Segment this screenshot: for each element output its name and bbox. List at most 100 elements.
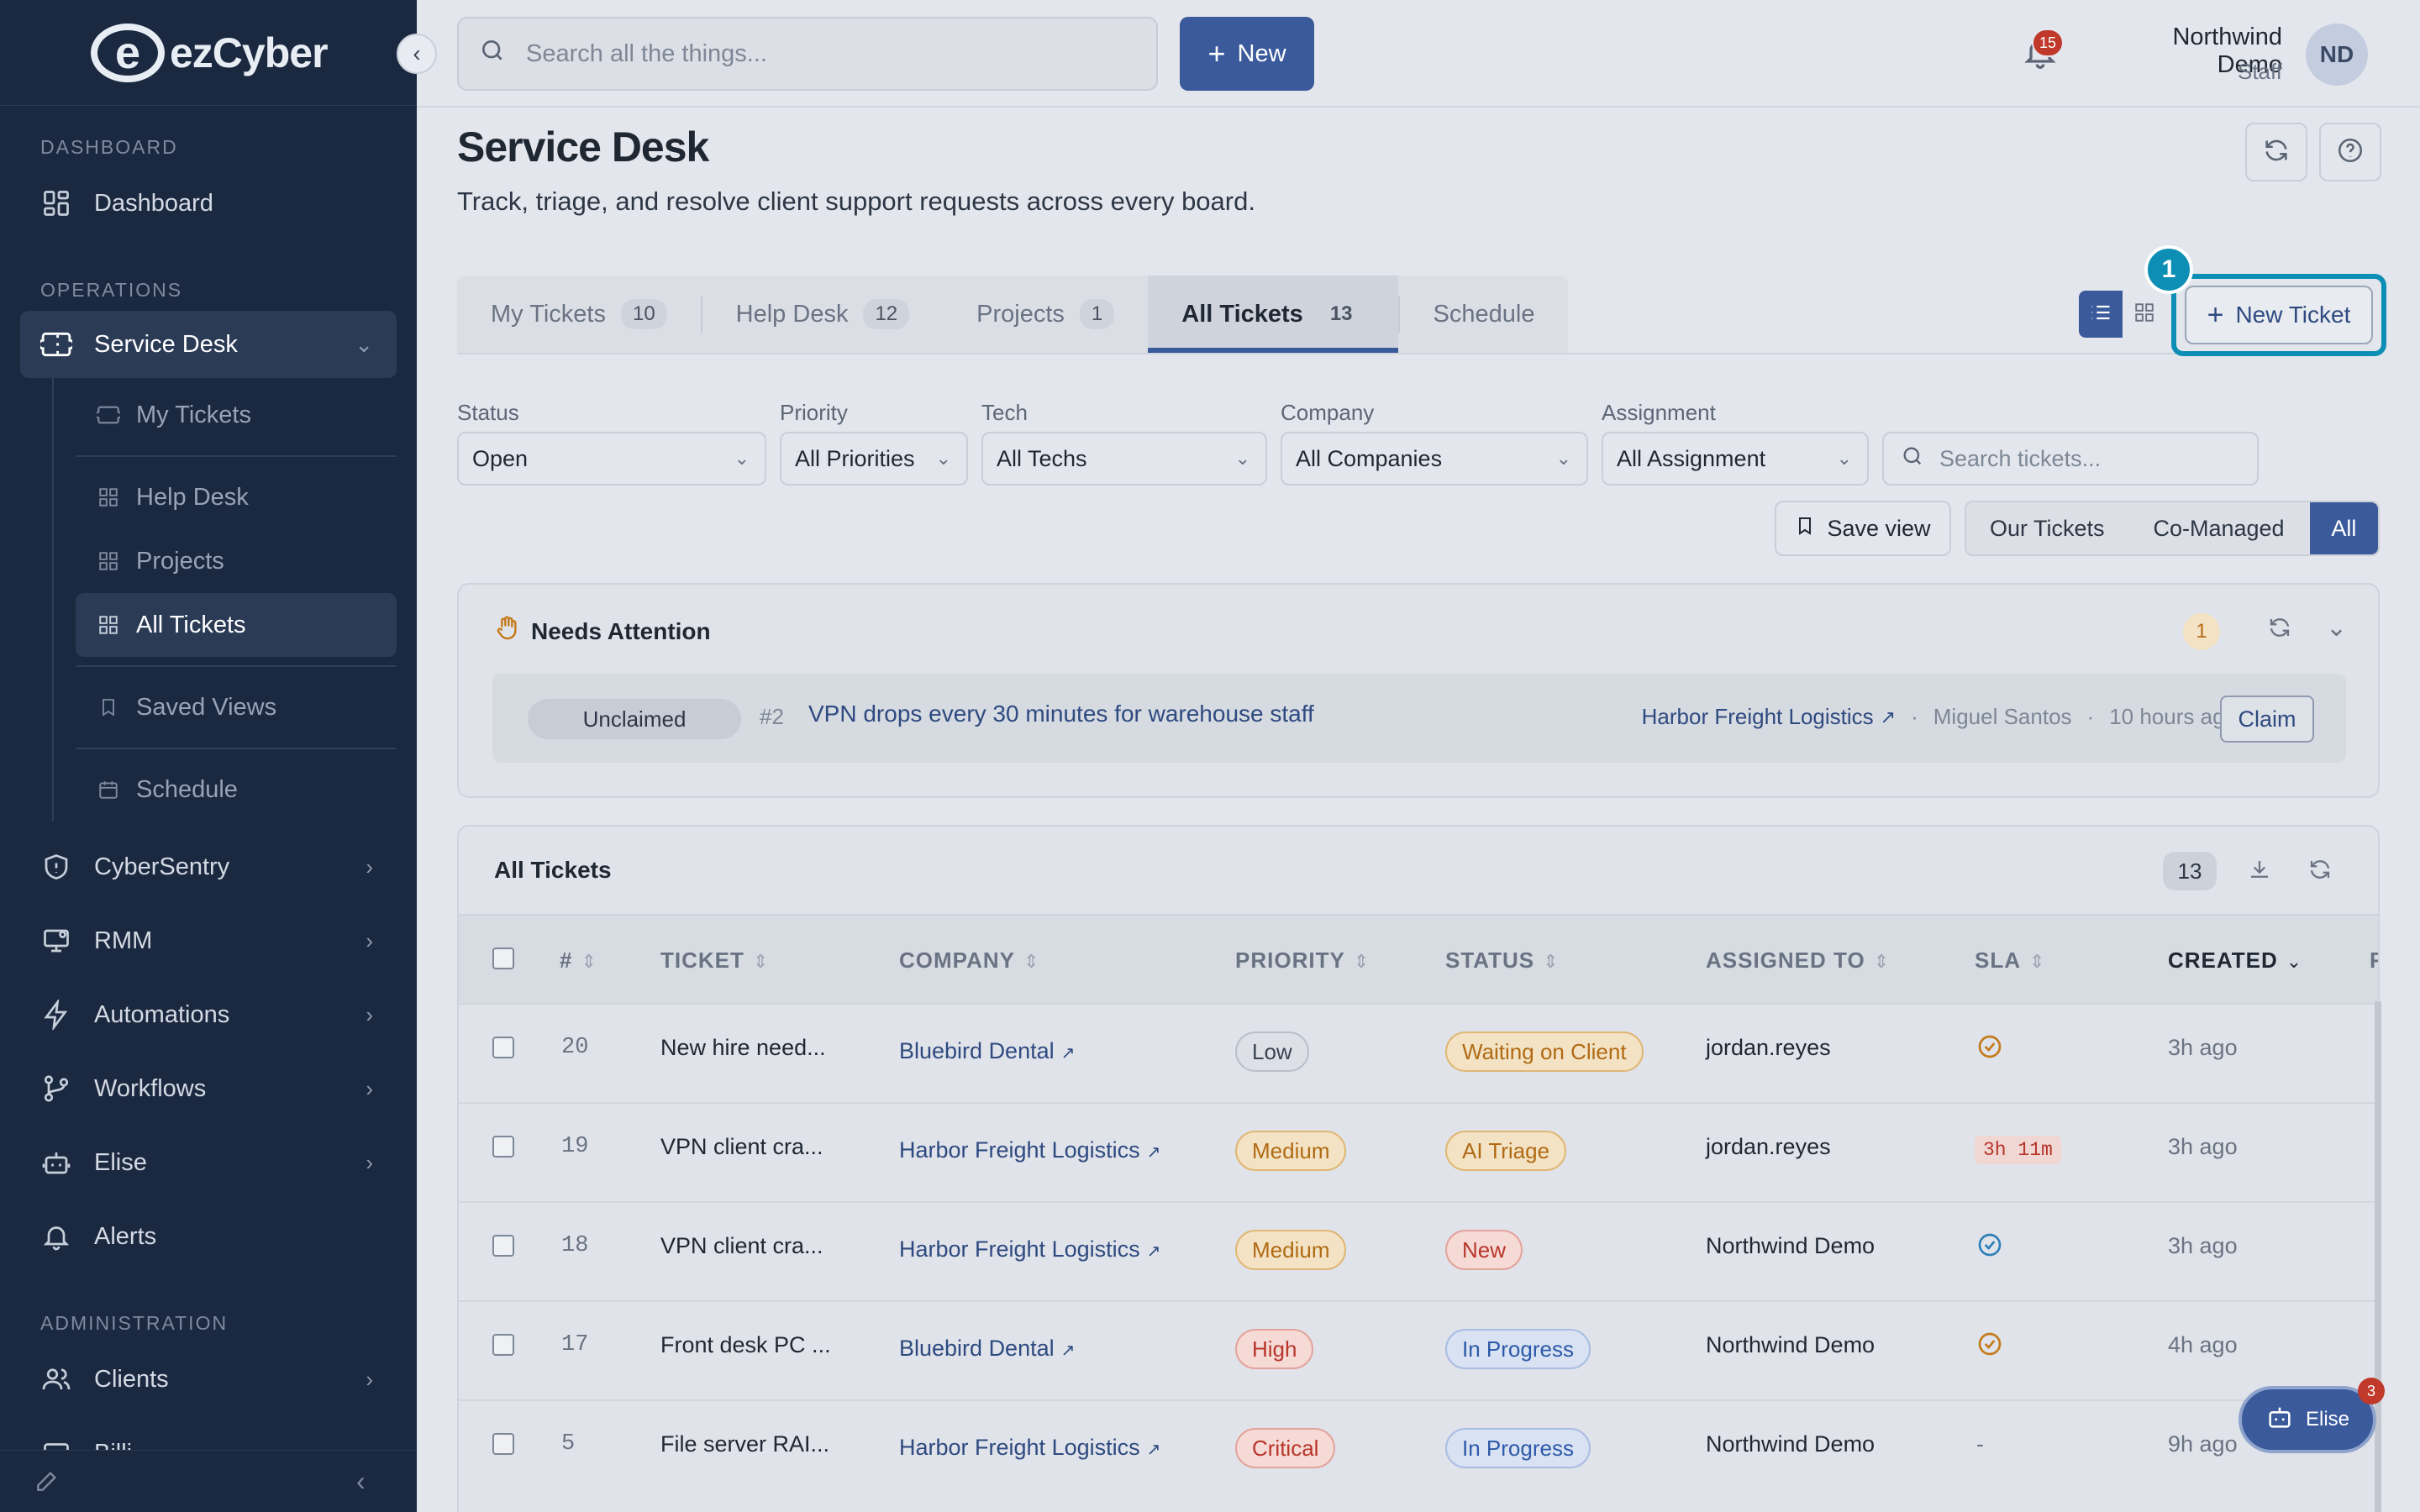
- sidebar-subitem-schedule[interactable]: Schedule: [76, 758, 397, 822]
- new-ticket-button[interactable]: + New Ticket: [2185, 286, 2373, 344]
- column-header-number[interactable]: # ⇕: [560, 948, 597, 974]
- tab-projects[interactable]: Projects 1: [943, 276, 1148, 353]
- company-filter-select[interactable]: All Companies ⌄: [1281, 432, 1588, 486]
- refresh-icon[interactable]: [2267, 615, 2292, 644]
- created-time: 4h ago: [2168, 1332, 2238, 1357]
- scope-co-managed[interactable]: Co-Managed: [2128, 502, 2309, 554]
- tab-help-desk[interactable]: Help Desk 12: [702, 276, 943, 353]
- sidebar-item-label: CyberSentry: [94, 853, 230, 880]
- sidebar-item-automations[interactable]: Automations ›: [20, 981, 397, 1048]
- row-checkbox[interactable]: [492, 1433, 514, 1455]
- company-filter-label: Company: [1281, 400, 1375, 425]
- priority-filter-label: Priority: [780, 400, 848, 425]
- avatar[interactable]: ND: [2306, 24, 2368, 86]
- tech-filter-select[interactable]: All Techs ⌄: [981, 432, 1267, 486]
- ticket-title-link[interactable]: VPN drops every 30 minutes for warehouse…: [808, 701, 1314, 727]
- table-scrollbar[interactable]: [2375, 1001, 2381, 1512]
- list-view-button[interactable]: [2079, 291, 2123, 338]
- chevron-down-icon[interactable]: ⌄: [2326, 613, 2347, 643]
- company-name: Bluebird Dental: [899, 1038, 1055, 1063]
- chevron-left-icon[interactable]: ‹: [356, 1466, 366, 1497]
- search-icon: [479, 37, 506, 71]
- elise-chat-button[interactable]: Elise: [2238, 1386, 2376, 1453]
- column-header-status[interactable]: STATUS ⇕: [1445, 948, 1560, 974]
- priority-badge: Medium: [1235, 1131, 1347, 1171]
- sidebar-item-dashboard[interactable]: Dashboard: [20, 170, 397, 237]
- company-link[interactable]: Bluebird Dental ↗: [899, 1038, 1075, 1064]
- logo[interactable]: e ezCyber: [0, 0, 417, 106]
- ticket-title[interactable]: File server RAI...: [660, 1431, 829, 1457]
- ticket-title[interactable]: VPN client cra...: [660, 1233, 823, 1259]
- sidebar-subitem-projects[interactable]: Projects: [76, 529, 397, 593]
- table-row[interactable]: 5 File server RAI... Harbor Freight Logi…: [459, 1399, 2378, 1499]
- column-header-ticket[interactable]: TICKET ⇕: [660, 948, 769, 974]
- global-search-input[interactable]: Search all the things...: [457, 17, 1158, 91]
- external-link-icon: ↗: [1146, 1242, 1161, 1261]
- sidebar-item-alerts[interactable]: Alerts: [20, 1203, 397, 1270]
- separator-dot: ·: [2086, 704, 2095, 729]
- claim-button[interactable]: Claim: [2220, 696, 2314, 743]
- company-link[interactable]: Harbor Freight Logistics ↗: [899, 1435, 1160, 1461]
- table-row[interactable]: 17 Front desk PC ... Bluebird Dental ↗ Hi…: [459, 1300, 2378, 1399]
- sidebar-collapse-button[interactable]: ‹: [397, 34, 437, 74]
- sidebar-subitem-help-desk[interactable]: Help Desk: [76, 465, 397, 529]
- sidebar-subitem-my-tickets[interactable]: My Tickets: [76, 383, 397, 447]
- column-label: PRIORITY: [1235, 948, 1345, 973]
- ticket-title[interactable]: Front desk PC ...: [660, 1332, 831, 1358]
- column-header-priority[interactable]: PRIORITY ⇕: [1235, 948, 1370, 974]
- download-icon[interactable]: [2247, 857, 2272, 886]
- row-checkbox[interactable]: [492, 1334, 514, 1356]
- sidebar-item-workflows[interactable]: Workflows ›: [20, 1055, 397, 1122]
- sidebar-item-rmm[interactable]: RMM ›: [20, 907, 397, 974]
- column-header-company[interactable]: COMPANY ⇕: [899, 948, 1039, 974]
- sidebar-item-elise[interactable]: Elise ›: [20, 1129, 397, 1196]
- table-row[interactable]: 19 VPN client cra... Harbor Freight Logi…: [459, 1102, 2378, 1201]
- ticket-icon: [40, 328, 72, 360]
- scope-our-tickets[interactable]: Our Tickets: [1966, 502, 2128, 554]
- refresh-icon[interactable]: [2307, 857, 2333, 886]
- assigned-to: Northwind Demo: [1706, 1233, 1876, 1258]
- column-header-sla[interactable]: SLA ⇕: [1975, 948, 2045, 974]
- sidebar-item-service-desk[interactable]: Service Desk ⌄: [20, 311, 397, 378]
- company-link[interactable]: Bluebird Dental ↗: [899, 1336, 1075, 1362]
- column-header-assigned-to[interactable]: ASSIGNED TO ⇕: [1706, 948, 1890, 974]
- hand-icon: [494, 615, 521, 648]
- table-row[interactable]: 18 VPN client cra... Harbor Freight Logi…: [459, 1201, 2378, 1300]
- tab-my-tickets[interactable]: My Tickets 10: [457, 276, 701, 353]
- company-link[interactable]: Harbor Freight Logistics: [1642, 704, 1874, 730]
- row-checkbox[interactable]: [492, 1136, 514, 1158]
- scope-all[interactable]: All: [2309, 502, 2378, 554]
- column-label: CREATED: [2168, 948, 2278, 973]
- new-button[interactable]: + New: [1180, 17, 1314, 91]
- help-button[interactable]: [2319, 123, 2381, 181]
- assignment-filter-select[interactable]: All Assignment ⌄: [1602, 432, 1869, 486]
- edit-icon[interactable]: [34, 1467, 60, 1499]
- table-row[interactable]: 20 New hire need... Bluebird Dental ↗ Low…: [459, 1003, 2378, 1102]
- company-link[interactable]: Harbor Freight Logistics ↗: [899, 1236, 1160, 1263]
- grid-view-button[interactable]: [2123, 291, 2166, 338]
- save-view-button[interactable]: Save view: [1775, 501, 1951, 556]
- sort-icon: ⇕: [752, 951, 770, 972]
- status-filter-select[interactable]: Open ⌄: [457, 432, 766, 486]
- ticket-search-input[interactable]: Search tickets...: [1882, 432, 2259, 486]
- company-link[interactable]: Harbor Freight Logistics ↗: [899, 1137, 1160, 1163]
- sidebar-item-clients[interactable]: Clients ›: [20, 1346, 397, 1413]
- column-header-created[interactable]: CREATED ⌄: [2168, 948, 2302, 974]
- sidebar-subitem-saved-views[interactable]: Saved Views: [76, 675, 397, 739]
- tab-schedule[interactable]: Schedule: [1400, 276, 1569, 353]
- priority-filter-select[interactable]: All Priorities ⌄: [780, 432, 968, 486]
- save-view-label: Save view: [1827, 515, 1931, 541]
- ticket-title[interactable]: New hire need...: [660, 1035, 826, 1061]
- column-label: STATUS: [1445, 948, 1535, 973]
- select-all-checkbox[interactable]: [492, 948, 514, 969]
- needs-attention-item[interactable]: Unclaimed #2 VPN drops every 30 minutes …: [492, 674, 2346, 763]
- sidebar-item-cybersentry[interactable]: CyberSentry ›: [20, 833, 397, 900]
- row-checkbox[interactable]: [492, 1235, 514, 1257]
- row-checkbox[interactable]: [492, 1037, 514, 1058]
- company-filter-value: All Companies: [1296, 445, 1443, 471]
- sidebar-subitem-all-tickets[interactable]: All Tickets: [76, 593, 397, 657]
- column-header-truncated[interactable]: R: [2370, 948, 2378, 974]
- refresh-button[interactable]: [2245, 123, 2307, 181]
- tab-all-tickets[interactable]: All Tickets 13: [1148, 276, 1398, 353]
- ticket-title[interactable]: VPN client cra...: [660, 1134, 823, 1160]
